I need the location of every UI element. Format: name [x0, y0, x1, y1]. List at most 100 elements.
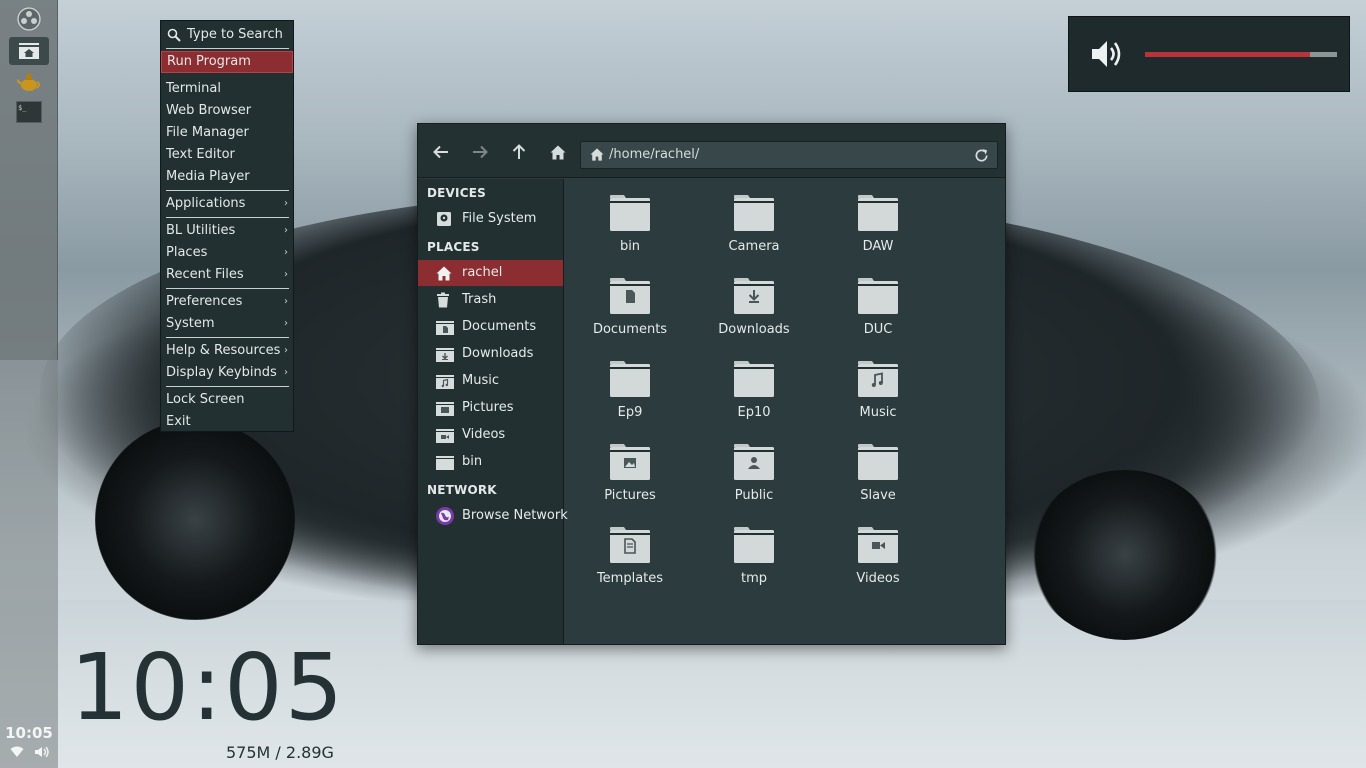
- sidebar-item-label: Downloads: [462, 346, 534, 361]
- menu-item-text-editor[interactable]: Text Editor: [161, 144, 293, 166]
- menu-item-file-manager[interactable]: File Manager: [161, 122, 293, 144]
- menu-item-places[interactable]: Places ›: [161, 242, 293, 264]
- menu-item-run-program[interactable]: Run Program: [161, 51, 293, 73]
- wifi-icon[interactable]: [10, 746, 24, 762]
- sidebar-item-label: bin: [462, 454, 483, 469]
- sidebar-item-documents[interactable]: Documents: [418, 314, 563, 340]
- sidebar-item-bin[interactable]: bin: [418, 449, 563, 475]
- terminal-icon[interactable]: $_: [9, 98, 49, 126]
- file-item[interactable]: Pictures: [575, 436, 685, 516]
- sidebar-item-browse-network[interactable]: Browse Network: [418, 503, 568, 529]
- sidebar-item-trash[interactable]: Trash: [418, 287, 563, 313]
- file-item[interactable]: Music: [823, 353, 933, 433]
- sidebar-item-videos[interactable]: Videos: [418, 422, 563, 448]
- file-item[interactable]: Documents: [575, 270, 685, 350]
- file-item[interactable]: Slave: [823, 436, 933, 516]
- file-item-label: Public: [734, 488, 774, 503]
- forward-button[interactable]: [469, 142, 491, 162]
- menu-item-label: Display Keybinds: [166, 365, 277, 380]
- submenu-arrow-icon: ›: [284, 367, 288, 378]
- file-item[interactable]: Ep10: [699, 353, 809, 433]
- sidebar-item-rachel[interactable]: rachel: [418, 260, 563, 286]
- file-item[interactable]: Downloads: [699, 270, 809, 350]
- file-item[interactable]: Templates: [575, 519, 685, 599]
- menu-item-lock-screen[interactable]: Lock Screen: [161, 389, 293, 411]
- file-manager-window: /home/rachel/ DEVICES File System PLACES…: [417, 123, 1006, 645]
- file-item-label: Videos: [856, 571, 900, 586]
- submenu-arrow-icon: ›: [284, 198, 288, 209]
- menu-item-web-browser[interactable]: Web Browser: [161, 100, 293, 122]
- sidebar-header-network: NETWORK: [427, 483, 497, 497]
- menu-item-bl-utilities[interactable]: BL Utilities ›: [161, 220, 293, 242]
- bunsen-menu-icon[interactable]: [9, 5, 49, 33]
- menu-item-help-resources[interactable]: Help & Resources ›: [161, 340, 293, 362]
- downloads-folder-icon: [436, 346, 454, 362]
- left-panel: $_ 10:05: [0, 0, 58, 768]
- menu-item-terminal[interactable]: Terminal: [161, 78, 293, 100]
- file-item[interactable]: bin: [575, 187, 685, 267]
- sidebar-item-pictures[interactable]: Pictures: [418, 395, 563, 421]
- volume-level-bar[interactable]: [1145, 52, 1337, 57]
- home-button[interactable]: [547, 142, 569, 162]
- pictures-folder-icon: [610, 444, 650, 480]
- menu-item-recent-files[interactable]: Recent Files ›: [161, 264, 293, 286]
- menu-item-label: Recent Files: [166, 267, 244, 282]
- file-item[interactable]: tmp: [699, 519, 809, 599]
- svg-text:$_: $_: [18, 104, 27, 112]
- file-item-label: DUC: [863, 322, 893, 337]
- location-bar[interactable]: /home/rachel/: [580, 141, 998, 169]
- file-item[interactable]: Camera: [699, 187, 809, 267]
- wallpaper-wheel-front: [95, 420, 295, 620]
- wallpaper-wheel-rear: [1030, 470, 1220, 640]
- volume-icon: [1091, 39, 1125, 73]
- sidebar-item-file-system[interactable]: File System: [418, 206, 563, 232]
- menu-search[interactable]: Type to Search: [161, 24, 293, 46]
- back-button[interactable]: [430, 142, 452, 162]
- sidebar-header-devices: DEVICES: [427, 186, 486, 200]
- home-folder-icon[interactable]: [9, 37, 49, 65]
- trash-icon: [436, 292, 454, 308]
- panel-clock[interactable]: 10:05: [0, 724, 58, 742]
- fm-icon-view: bin Camera DAW Documents Downloads DUC Ep9 Ep10…: [565, 179, 1005, 644]
- sidebar-item-music[interactable]: Music: [418, 368, 563, 394]
- folder-icon: [436, 454, 454, 470]
- file-item[interactable]: DUC: [823, 270, 933, 350]
- file-item-label: Slave: [860, 488, 896, 503]
- ep10-folder-icon: [734, 361, 774, 397]
- file-item[interactable]: Videos: [823, 519, 933, 599]
- file-item-label: bin: [619, 239, 641, 254]
- music-folder-icon: [436, 373, 454, 389]
- menu-separator: [166, 386, 289, 387]
- teapot-icon[interactable]: [9, 68, 49, 96]
- menu-item-system[interactable]: System ›: [161, 313, 293, 335]
- menu-separator: [166, 217, 289, 218]
- menu-item-media-player[interactable]: Media Player: [161, 166, 293, 188]
- file-item-label: DAW: [862, 239, 894, 254]
- bin-folder-icon: [610, 195, 650, 231]
- tmp-folder-icon: [734, 527, 774, 563]
- file-item[interactable]: DAW: [823, 187, 933, 267]
- menu-item-label: BL Utilities: [166, 223, 236, 238]
- menu-item-label: Preferences: [166, 294, 243, 309]
- menu-item-preferences[interactable]: Preferences ›: [161, 291, 293, 313]
- public-folder-icon: [734, 444, 774, 480]
- file-item-label: Camera: [728, 239, 780, 254]
- reload-icon[interactable]: [974, 148, 989, 167]
- file-item[interactable]: Public: [699, 436, 809, 516]
- speaker-icon[interactable]: [34, 746, 50, 762]
- sidebar-item-downloads[interactable]: Downloads: [418, 341, 563, 367]
- menu-item-exit[interactable]: Exit: [161, 411, 293, 433]
- file-item-label: Templates: [596, 571, 664, 586]
- search-icon: [167, 28, 181, 50]
- file-item-label: Documents: [592, 322, 668, 337]
- menu-item-display-keybinds[interactable]: Display Keybinds ›: [161, 362, 293, 384]
- file-item[interactable]: Ep9: [575, 353, 685, 433]
- music-folder-icon: [858, 361, 898, 397]
- pictures-folder-icon: [436, 400, 454, 416]
- menu-separator: [166, 48, 289, 49]
- menu-item-applications[interactable]: Applications ›: [161, 193, 293, 215]
- downloads-folder-icon: [734, 278, 774, 314]
- drive-icon: [436, 211, 454, 227]
- menu-separator: [166, 288, 289, 289]
- up-button[interactable]: [508, 142, 530, 162]
